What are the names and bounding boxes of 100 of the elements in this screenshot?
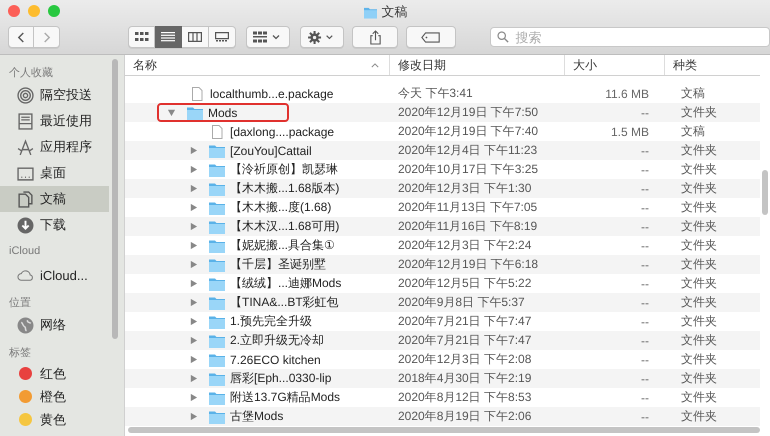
gallery-view-button[interactable]	[209, 26, 236, 48]
disclosure-triangle-icon[interactable]	[189, 412, 198, 421]
disclosure-triangle-icon[interactable]	[189, 336, 198, 345]
file-kind: 文件夹	[681, 276, 717, 290]
sidebar-item[interactable]: 网络	[0, 312, 109, 338]
file-size: --	[641, 258, 649, 272]
file-kind: 文件夹	[681, 257, 717, 271]
scrollbar-thumb[interactable]	[112, 59, 118, 339]
folder-name[interactable]: [ZouYou]Cattail	[230, 144, 312, 158]
disclosure-triangle-icon[interactable]	[189, 298, 198, 307]
disclosure-triangle-icon[interactable]	[189, 260, 198, 269]
file-size: --	[641, 238, 649, 252]
group-button[interactable]	[246, 26, 290, 48]
folder-name[interactable]: 唇彩[Eph...0330-lip	[230, 370, 332, 387]
folder-name[interactable]: 附送13.7G精品Mods	[230, 389, 340, 406]
scrollbar-thumb[interactable]	[762, 170, 768, 215]
folder-icon	[208, 162, 226, 176]
folder-name[interactable]: 【千层】圣诞别墅	[230, 256, 326, 273]
file-kind: 文稿	[681, 86, 705, 100]
file-size: 1.5 MB	[610, 124, 649, 138]
scrollbar-thumb[interactable]	[128, 427, 760, 433]
app-icon	[17, 138, 34, 156]
folder-name[interactable]: 古堡Mods	[230, 408, 284, 425]
modified-date: 2020年7月21日 下午7:47	[398, 314, 532, 328]
disclosure-triangle-icon[interactable]	[189, 393, 198, 402]
folder-name[interactable]: 7.26ECO kitchen	[230, 352, 321, 366]
disclosure-triangle-icon[interactable]	[189, 222, 198, 231]
globe-icon	[17, 316, 34, 334]
folder-icon	[208, 238, 226, 252]
zoom-button[interactable]	[48, 5, 60, 17]
column-header[interactable]: 大小	[565, 55, 665, 75]
modified-date: 今天 下午3:41	[398, 86, 473, 100]
file-size: --	[641, 410, 649, 424]
disclosure-triangle-icon[interactable]	[189, 165, 198, 174]
folder-name[interactable]: 【TINA&...BT彩虹包	[230, 294, 339, 311]
folder-name[interactable]: 1.预先完全升级	[230, 313, 312, 330]
disclosure-triangle-icon[interactable]	[189, 374, 198, 383]
folder-name[interactable]: 【木木搬...1.68版本)	[230, 180, 340, 197]
sidebar-item[interactable]: 文稿	[0, 186, 109, 212]
file-size: --	[641, 144, 649, 158]
column-header[interactable]: 修改日期	[390, 55, 565, 75]
icon-view-button[interactable]	[128, 26, 155, 48]
folder-name[interactable]: 【妮妮搬...具合集①	[230, 237, 335, 254]
folder-name[interactable]: 【木木汉...1.68可用)	[230, 218, 340, 235]
sidebar-item[interactable]: 桌面	[0, 160, 109, 186]
modified-date: 2018年4月30日 下午2:19	[398, 371, 532, 385]
sidebar-item[interactable]: 下载	[0, 212, 109, 238]
sidebar-item[interactable]: 橙色	[0, 385, 109, 408]
file-kind: 文件夹	[681, 105, 717, 119]
column-header[interactable]: 种类	[665, 55, 760, 75]
window-title: 文稿	[382, 3, 408, 21]
share-icon	[368, 30, 382, 44]
file-kind: 文件夹	[681, 371, 717, 385]
file-size: 11.6 MB	[605, 86, 649, 100]
chevron-right-icon	[42, 30, 51, 44]
disclosure-triangle-icon[interactable]	[189, 241, 198, 250]
disclosure-triangle-icon[interactable]	[189, 203, 198, 212]
modified-date: 2020年12月19日 下午6:18	[398, 257, 538, 271]
file-name[interactable]: [daxlong....package	[230, 125, 334, 140]
folder-name[interactable]: 2.立即升级无冷却	[230, 332, 324, 349]
list-icon	[161, 32, 175, 42]
sidebar-section-title: 标签	[8, 346, 32, 361]
download-icon	[17, 216, 34, 234]
folder-name[interactable]: Mods	[208, 106, 238, 120]
file-size: --	[641, 352, 649, 366]
share-button[interactable]	[352, 26, 398, 48]
close-button[interactable]	[8, 5, 20, 17]
settings-button[interactable]	[300, 26, 344, 48]
disclosure-triangle-icon[interactable]	[189, 279, 198, 288]
disclosure-triangle-icon[interactable]	[189, 355, 198, 364]
disclosure-triangle-icon[interactable]	[189, 317, 198, 326]
sidebar-item[interactable]: 红色	[0, 362, 109, 385]
file-kind: 文件夹	[681, 162, 717, 176]
sidebar-item[interactable]: 最近使用	[0, 108, 109, 134]
sidebar-item[interactable]: 隔空投送	[0, 82, 109, 108]
disclosure-triangle-icon[interactable]	[189, 146, 198, 155]
file-kind: 文件夹	[681, 238, 717, 252]
sidebar-item[interactable]: 应用程序	[0, 134, 109, 160]
sidebar-item[interactable]: iCloud...	[0, 262, 109, 288]
search-field[interactable]: 搜索	[490, 27, 770, 47]
file-size: --	[641, 314, 649, 328]
sidebar-section-title: iCloud	[8, 244, 42, 259]
file-size: --	[641, 390, 649, 404]
disclosure-triangle-icon[interactable]	[189, 184, 198, 193]
folder-name[interactable]: 【泠祈原创】凯瑟琳	[230, 161, 338, 178]
columns-icon	[188, 32, 202, 42]
column-header[interactable]: 名称	[125, 55, 390, 75]
folder-name[interactable]: 【木木搬...度(1.68)	[230, 199, 332, 216]
column-view-button[interactable]	[182, 26, 209, 48]
file-kind: 文件夹	[681, 352, 717, 366]
disclosure-triangle-icon[interactable]	[167, 108, 176, 117]
folder-name[interactable]: 【绒绒】...迪娜Mods	[230, 275, 342, 292]
file-kind: 文稿	[681, 124, 705, 138]
list-view-button[interactable]	[155, 26, 182, 48]
folder-icon	[208, 334, 226, 348]
sidebar-item[interactable]: 黄色	[0, 408, 109, 431]
back-button[interactable]	[8, 26, 34, 48]
tag-button[interactable]	[406, 26, 456, 48]
file-name[interactable]: localthumb...e.package	[210, 87, 334, 102]
file-size: --	[641, 334, 649, 348]
